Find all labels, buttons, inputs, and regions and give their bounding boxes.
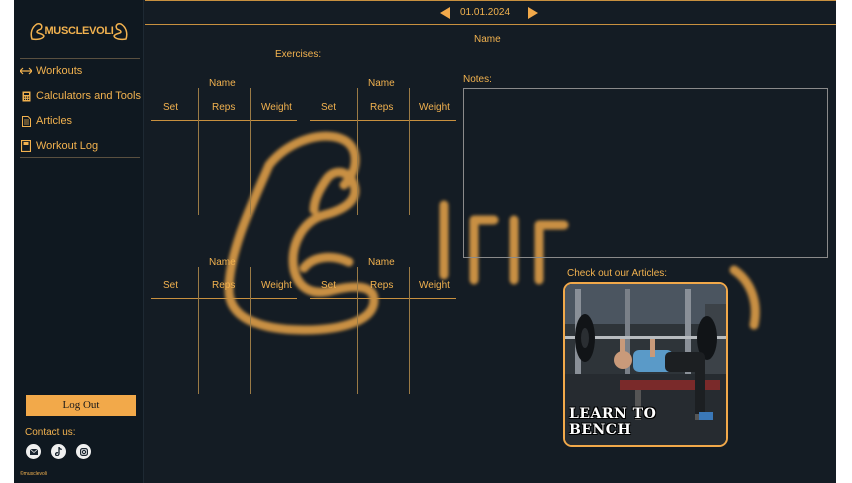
notes-textarea[interactable] — [463, 88, 828, 258]
sidebar-item-calculators[interactable]: Calculators and Tools — [20, 87, 141, 105]
flex-arm-icon — [113, 23, 128, 41]
app-window: MUSCLEVOLI Workouts Calculators and Tool… — [14, 0, 836, 483]
exercise-name[interactable]: Name — [209, 78, 236, 89]
instagram-icon[interactable] — [76, 444, 91, 459]
sidebar: MUSCLEVOLI Workouts Calculators and Tool… — [14, 0, 144, 483]
logout-button[interactable]: Log Out — [26, 395, 136, 416]
article-card-bench[interactable]: LEARN TO BENCH — [563, 282, 728, 447]
articles-label: Check out our Articles: — [567, 268, 668, 279]
exercise-name[interactable]: Name — [368, 78, 395, 89]
column-divider — [198, 88, 199, 215]
column-header-weight: Weight — [419, 102, 450, 113]
sidebar-divider — [20, 58, 140, 59]
column-header-reps: Reps — [370, 280, 394, 291]
workout-name[interactable]: Name — [474, 34, 501, 45]
sidebar-item-workout-log[interactable]: Workout Log — [20, 137, 98, 155]
arrows-icon — [20, 65, 32, 77]
sidebar-item-label: Calculators and Tools — [36, 90, 141, 102]
copyright-text: ©musclevoli — [20, 471, 48, 477]
notebook-icon — [20, 140, 32, 152]
document-icon — [20, 115, 32, 127]
exercises-label: Exercises: — [275, 49, 322, 60]
sidebar-divider — [20, 157, 140, 158]
column-divider — [357, 267, 358, 394]
sidebar-item-articles[interactable]: Articles — [20, 112, 72, 130]
column-header-reps: Reps — [212, 102, 236, 113]
previous-day-arrow-icon[interactable] — [440, 7, 450, 19]
table-header-rule — [310, 120, 456, 121]
column-divider — [357, 88, 358, 215]
logo: MUSCLEVOLI — [27, 20, 131, 42]
next-day-arrow-icon[interactable] — [528, 7, 538, 19]
column-header-weight: Weight — [419, 280, 450, 291]
column-header-weight: Weight — [261, 102, 292, 113]
calculator-icon — [20, 90, 32, 102]
column-header-reps: Reps — [212, 280, 236, 291]
column-header-weight: Weight — [261, 280, 292, 291]
sidebar-item-workouts[interactable]: Workouts — [20, 62, 82, 80]
mail-icon[interactable] — [26, 444, 41, 459]
column-divider — [198, 267, 199, 394]
column-header-reps: Reps — [370, 102, 394, 113]
column-divider — [250, 88, 251, 215]
tiktok-icon[interactable] — [51, 444, 66, 459]
table-header-rule — [310, 298, 456, 299]
sidebar-item-label: Workouts — [36, 65, 83, 77]
column-divider — [409, 267, 410, 394]
column-header-set: Set — [321, 280, 337, 291]
notes-label: Notes: — [463, 74, 492, 85]
column-divider — [409, 88, 410, 215]
column-header-set: Set — [163, 102, 179, 113]
table-header-rule — [151, 120, 297, 121]
date-navigation-bar: 01.01.2024 — [145, 0, 836, 25]
logo-text: MUSCLEVOLI — [44, 25, 114, 37]
article-card-title: LEARN TO BENCH — [569, 406, 657, 438]
flex-arm-icon — [30, 23, 45, 41]
exercise-name[interactable]: Name — [368, 257, 395, 268]
table-header-rule — [151, 298, 297, 299]
sidebar-item-label: Workout Log — [36, 140, 99, 152]
column-divider — [250, 267, 251, 394]
exercise-name[interactable]: Name — [209, 257, 236, 268]
contact-label: Contact us: — [25, 427, 76, 438]
column-header-set: Set — [321, 102, 337, 113]
current-date: 01.01.2024 — [460, 7, 511, 18]
sidebar-item-label: Articles — [36, 115, 73, 127]
column-header-set: Set — [163, 280, 179, 291]
